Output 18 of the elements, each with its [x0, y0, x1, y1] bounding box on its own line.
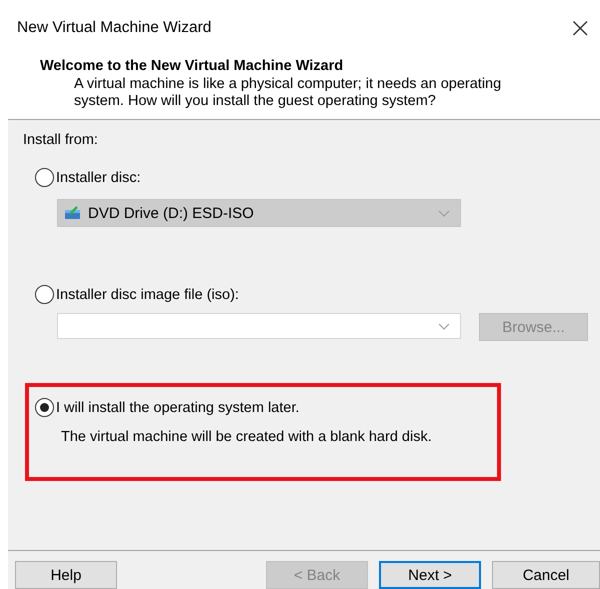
chevron-down-icon	[438, 323, 450, 330]
install-from-label: Install from:	[23, 132, 98, 148]
chevron-down-icon	[438, 210, 450, 217]
option-description: The virtual machine will be created with a blank hard disk.	[61, 429, 432, 445]
close-button[interactable]: ×	[562, 14, 598, 42]
radio-label[interactable]: Installer disc image file (iso):	[56, 286, 239, 302]
wizard-button[interactable]: Help	[15, 561, 118, 589]
wizard-button[interactable]: Next >	[379, 561, 482, 589]
wizard-button[interactable]: Cancel	[492, 561, 600, 589]
radio-label[interactable]: Installer disc:	[56, 170, 141, 186]
radio-button[interactable]	[35, 285, 54, 304]
radio-button[interactable]	[35, 168, 54, 187]
wizard-description: A virtual machine is like a physical computer; it needs an operating system. How will you install the guest operating system?	[74, 76, 502, 110]
wizard-heading: Welcome to the New Virtual Machine Wizard	[40, 58, 344, 74]
dvd-drive-icon	[64, 206, 82, 220]
radio-label[interactable]: I will install the operating system later.	[56, 400, 300, 416]
window-title: New Virtual Machine Wizard	[17, 19, 212, 37]
radio-button[interactable]	[35, 398, 54, 417]
